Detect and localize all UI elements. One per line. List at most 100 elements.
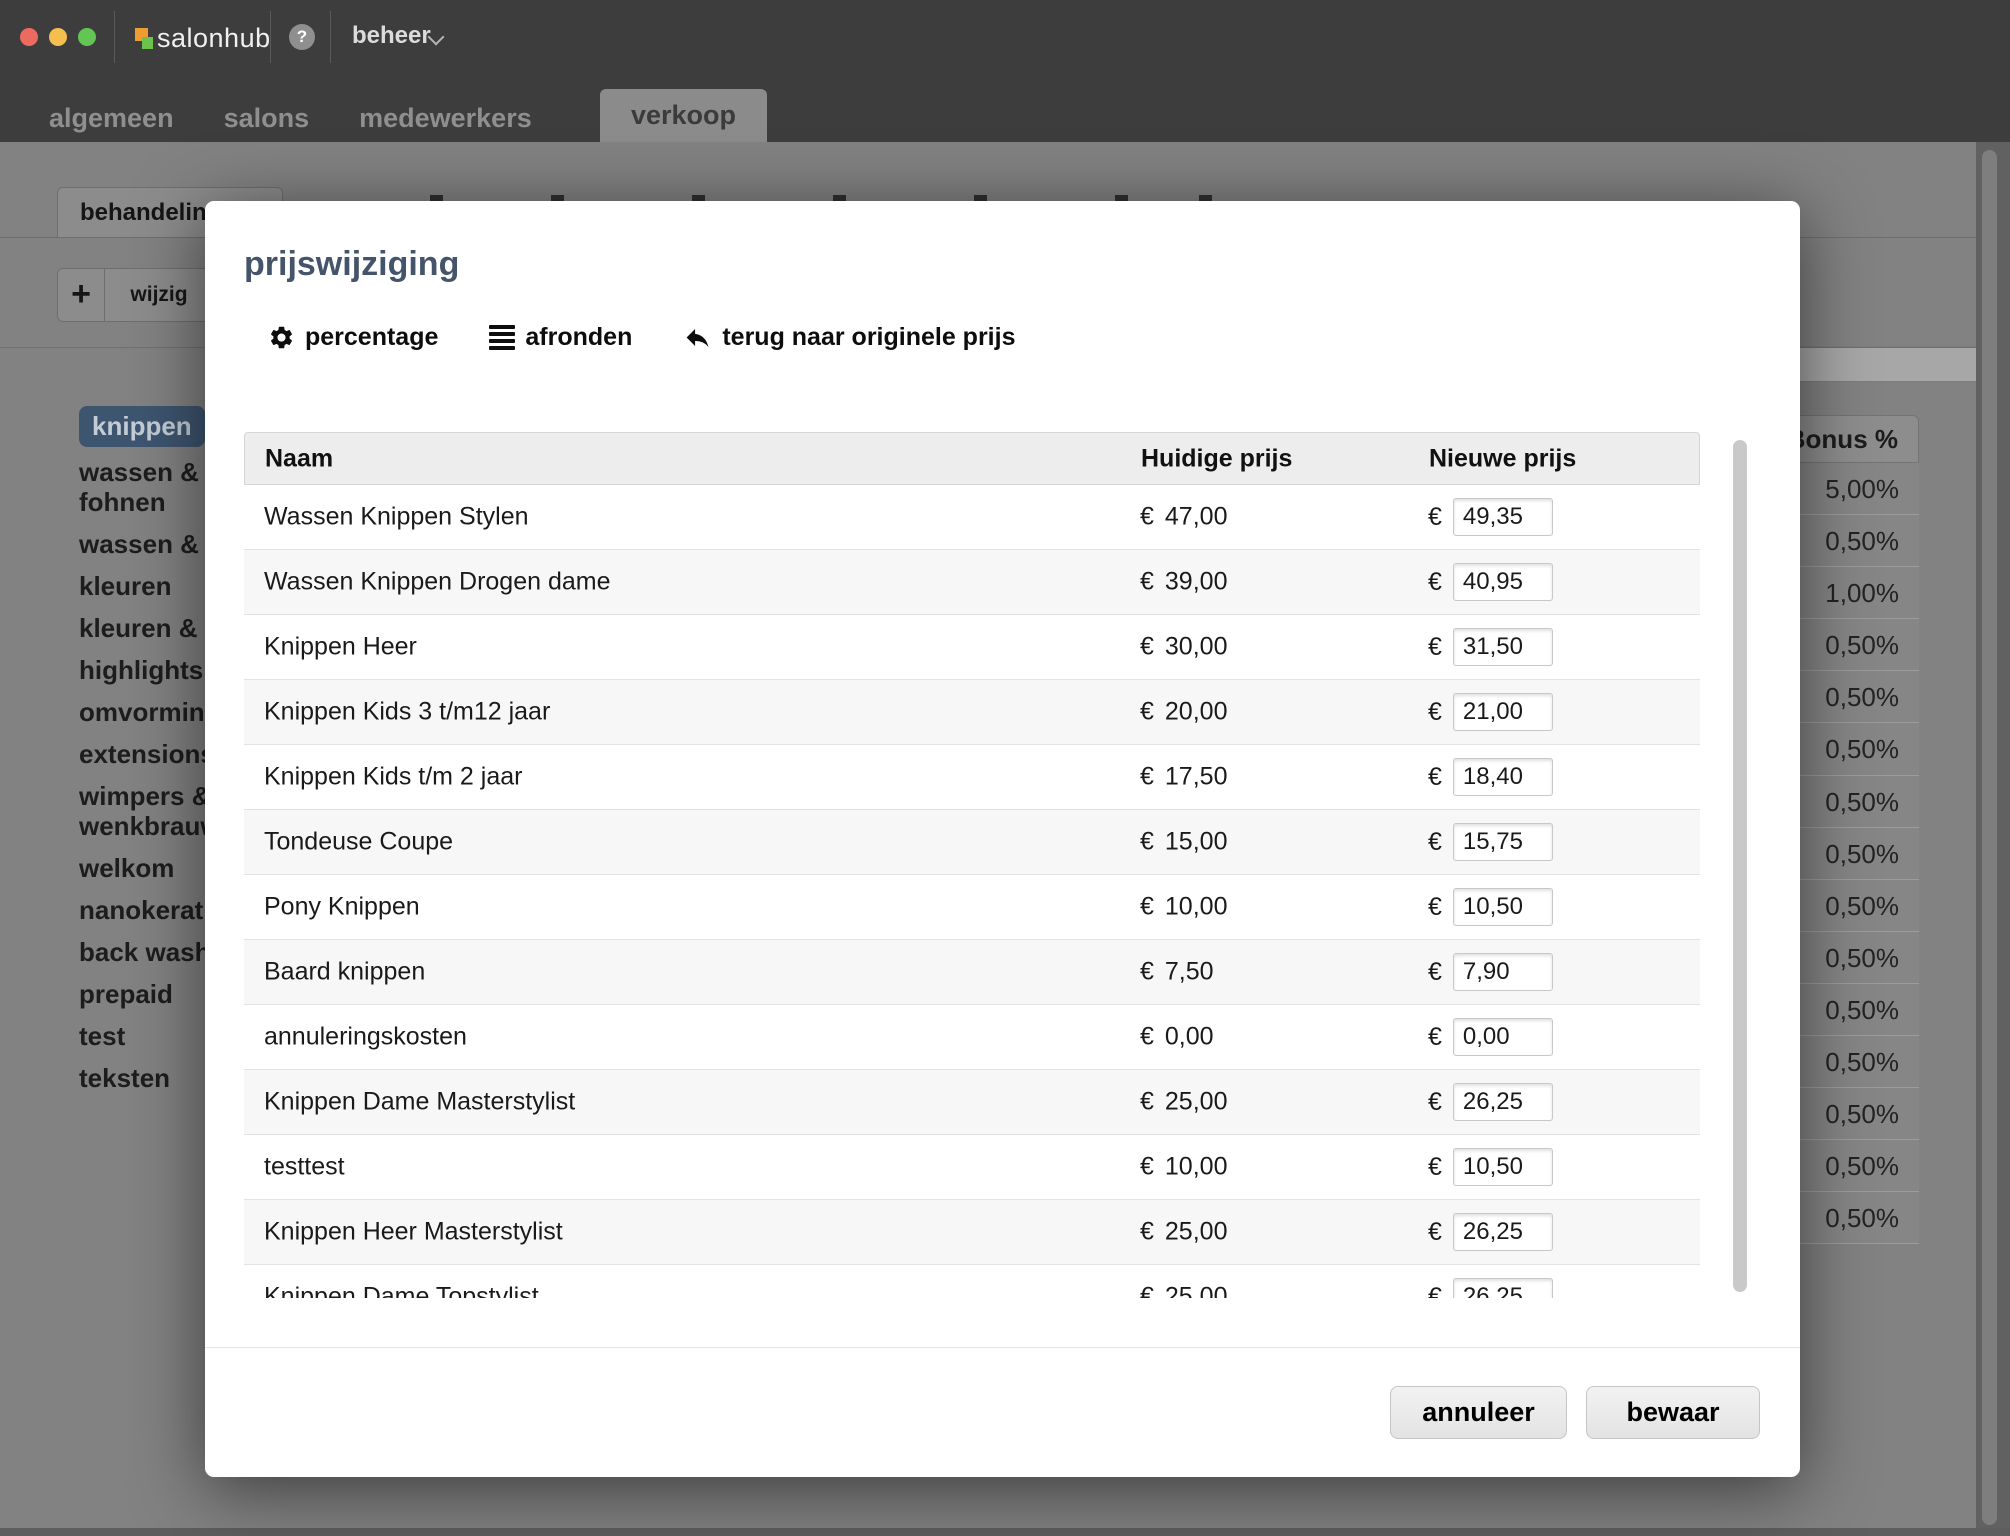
price-table-row: Baard knippen €7,50 €	[244, 939, 1700, 1004]
current-price-cell: €10,00	[1140, 893, 1227, 922]
revert-action-label: terug naar originele prijs	[722, 323, 1015, 352]
new-price-cell: €	[1428, 888, 1553, 926]
euro-sign: €	[1140, 1218, 1154, 1246]
add-treatment-button[interactable]: +	[57, 268, 105, 322]
new-price-cell: €	[1428, 1278, 1553, 1298]
page-scrollbar-track[interactable]	[1976, 142, 2010, 1536]
current-price-cell: €47,00	[1140, 503, 1227, 532]
modal-actions: percentage afronden terug naar originele…	[268, 319, 1015, 355]
percentage-action-button[interactable]: percentage	[268, 323, 438, 352]
current-price-value: 20,00	[1165, 698, 1228, 726]
service-name: Knippen Heer Masterstylist	[264, 1218, 563, 1247]
cancel-button[interactable]: annuleer	[1390, 1386, 1567, 1439]
new-price-cell: €	[1428, 1148, 1553, 1186]
gear-icon	[268, 324, 295, 351]
price-table-row: Knippen Kids t/m 2 jaar €17,50 €	[244, 744, 1700, 809]
price-table-row: Wassen Knippen Stylen €47,00 €	[244, 485, 1700, 549]
new-price-input[interactable]	[1453, 1213, 1553, 1251]
service-name: Tondeuse Coupe	[264, 828, 453, 857]
current-price-value: 39,00	[1165, 568, 1228, 596]
price-table-row: Tondeuse Coupe €15,00 €	[244, 809, 1700, 874]
titlebar-divider	[114, 11, 115, 63]
percentage-action-label: percentage	[305, 323, 438, 352]
titlebar-divider	[270, 11, 271, 63]
nav-tab[interactable]: salons	[224, 103, 310, 134]
window-bottom-edge	[0, 1528, 2010, 1536]
new-price-cell: €	[1428, 1213, 1553, 1251]
new-price-input[interactable]	[1453, 1148, 1553, 1186]
new-price-input[interactable]	[1453, 758, 1553, 796]
new-price-input[interactable]	[1453, 888, 1553, 926]
current-price-cell: €30,00	[1140, 633, 1227, 662]
new-price-cell: €	[1428, 498, 1553, 536]
current-price-value: 25,00	[1165, 1088, 1228, 1116]
sidebar-item-knippen-selected[interactable]: knippen	[79, 406, 205, 447]
current-price-cell: €20,00	[1140, 698, 1227, 727]
nav-tab-verkoop-active[interactable]: verkoop	[600, 89, 767, 142]
page-scrollbar-thumb[interactable]	[1982, 150, 1997, 1525]
titlebar-divider	[330, 11, 331, 63]
price-table-row: Pony Knippen €10,00 €	[244, 874, 1700, 939]
price-table: Naam Huidige prijs Nieuwe prijs Wassen K…	[244, 432, 1700, 1298]
service-name: Baard knippen	[264, 958, 425, 987]
euro-sign: €	[1140, 1023, 1154, 1051]
price-table-row: testtest €10,00 €	[244, 1134, 1700, 1199]
new-price-input[interactable]	[1453, 498, 1553, 536]
traffic-light-zoom-icon[interactable]	[78, 28, 96, 46]
service-name: Pony Knippen	[264, 893, 420, 922]
revert-action-button[interactable]: terug naar originele prijs	[683, 323, 1015, 352]
service-name: Knippen Dame Masterstylist	[264, 1088, 575, 1117]
new-price-input[interactable]	[1453, 1018, 1553, 1056]
service-name: Knippen Kids t/m 2 jaar	[264, 763, 522, 792]
new-price-input[interactable]	[1453, 693, 1553, 731]
new-price-input[interactable]	[1453, 1083, 1553, 1121]
new-price-input[interactable]	[1453, 823, 1553, 861]
logo-text: salonhub	[157, 23, 271, 54]
euro-sign: €	[1428, 893, 1442, 922]
service-name: Knippen Kids 3 t/m12 jaar	[264, 698, 550, 727]
logo-green-square-icon	[142, 37, 153, 49]
euro-sign: €	[1140, 633, 1154, 661]
current-price-value: 25,00	[1165, 1218, 1228, 1246]
new-price-input[interactable]	[1453, 563, 1553, 601]
euro-sign: €	[1140, 568, 1154, 596]
euro-sign: €	[1428, 633, 1442, 662]
app-window: salonhub ? beheer algemeen salons medewe…	[0, 0, 2010, 1536]
beheer-menu[interactable]: beheer	[352, 22, 431, 50]
current-price-cell: €39,00	[1140, 568, 1227, 597]
euro-sign: €	[1428, 1088, 1442, 1117]
modal-table-scrollbar-thumb[interactable]	[1733, 440, 1747, 1292]
current-price-cell: €25,00	[1140, 1283, 1227, 1299]
current-price-value: 47,00	[1165, 503, 1228, 531]
afronden-action-button[interactable]: afronden	[489, 323, 632, 352]
new-price-cell: €	[1428, 1018, 1553, 1056]
traffic-light-close-icon[interactable]	[20, 28, 38, 46]
current-price-cell: €17,50	[1140, 763, 1227, 792]
euro-sign: €	[1140, 698, 1154, 726]
save-button[interactable]: bewaar	[1586, 1386, 1760, 1439]
nav-tab[interactable]: algemeen	[49, 103, 174, 134]
price-table-row: Knippen Heer €30,00 €	[244, 614, 1700, 679]
current-price-cell: €7,50	[1140, 958, 1214, 987]
current-price-value: 7,50	[1165, 958, 1214, 986]
list-icon	[489, 325, 515, 350]
afronden-action-label: afronden	[525, 323, 632, 352]
help-icon[interactable]: ?	[289, 24, 315, 50]
new-price-input[interactable]	[1453, 628, 1553, 666]
euro-sign: €	[1140, 1088, 1154, 1116]
euro-sign: €	[1140, 958, 1154, 986]
euro-sign: €	[1140, 1153, 1154, 1181]
new-price-input[interactable]	[1453, 1278, 1553, 1298]
nav-tab[interactable]: medewerkers	[359, 103, 532, 134]
price-table-row: Knippen Heer Masterstylist €25,00 €	[244, 1199, 1700, 1264]
header-huidige-prijs: Huidige prijs	[1141, 444, 1292, 473]
service-name: Wassen Knippen Drogen dame	[264, 568, 611, 597]
new-price-cell: €	[1428, 563, 1553, 601]
new-price-cell: €	[1428, 758, 1553, 796]
edit-button[interactable]: wijzig	[104, 268, 214, 322]
current-price-value: 25,00	[1165, 1283, 1228, 1299]
new-price-input[interactable]	[1453, 953, 1553, 991]
traffic-light-minimize-icon[interactable]	[49, 28, 67, 46]
current-price-value: 30,00	[1165, 633, 1228, 661]
euro-sign: €	[1140, 828, 1154, 856]
